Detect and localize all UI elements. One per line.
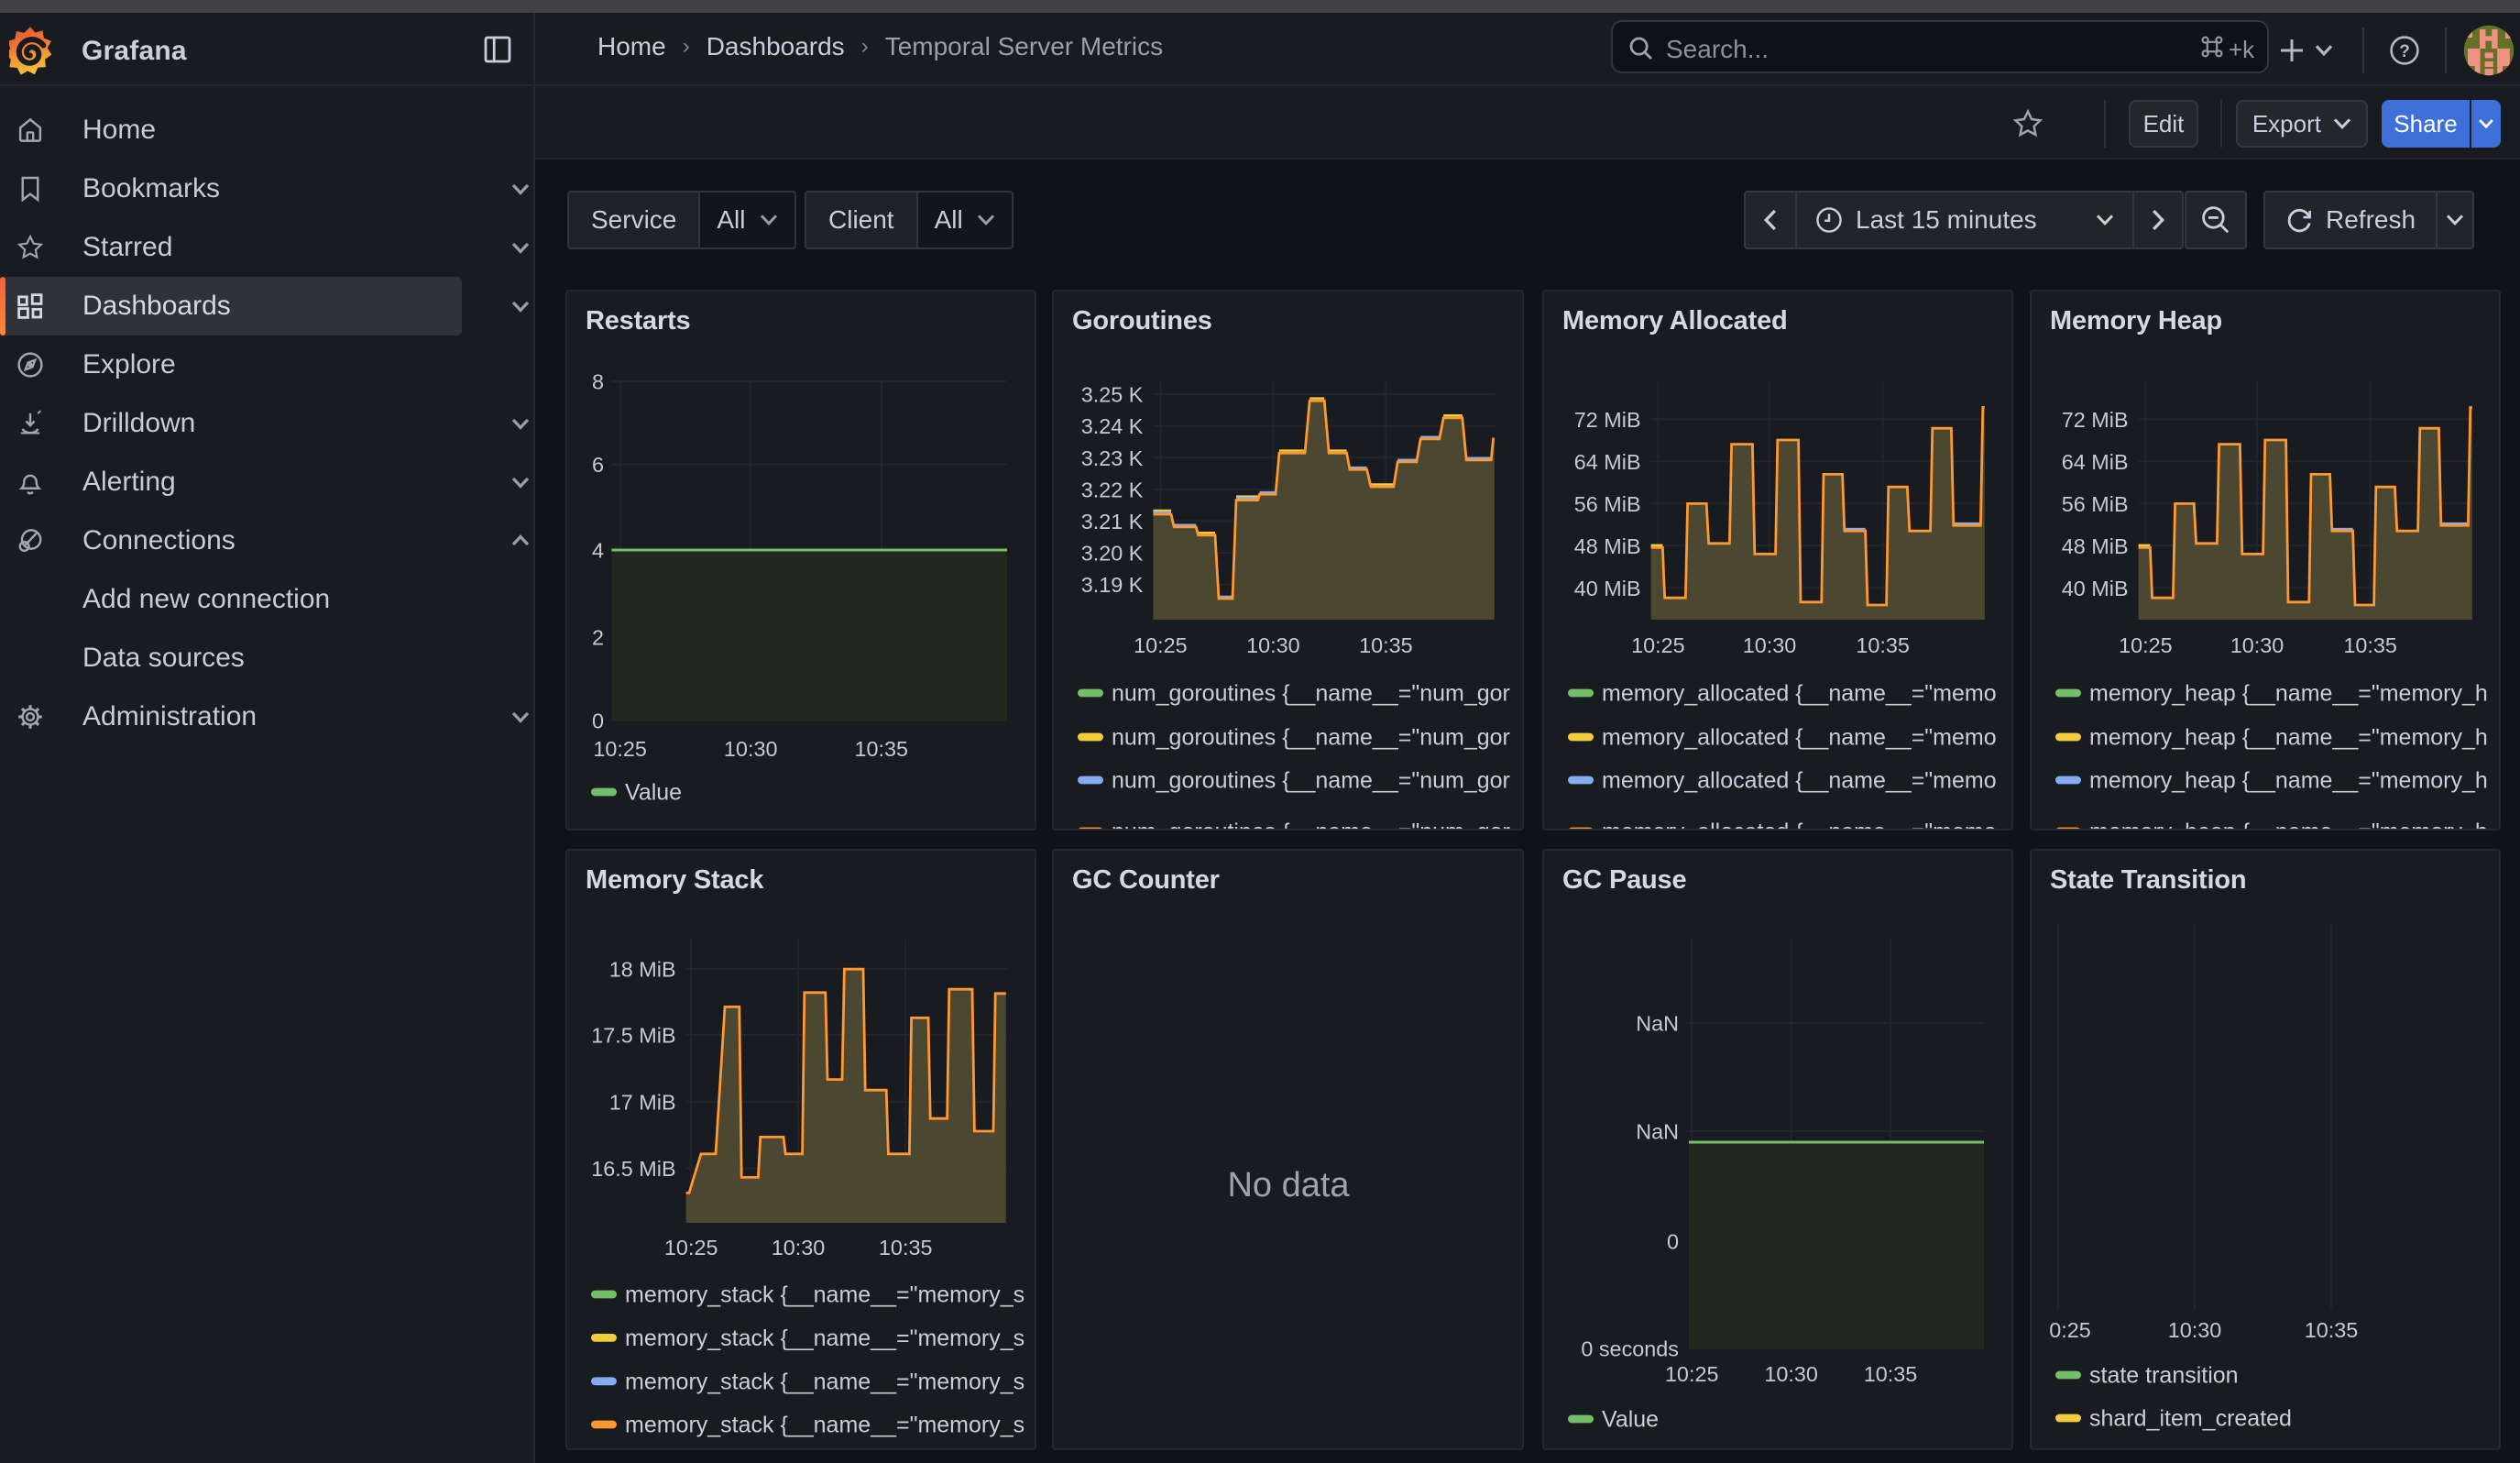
svg-text:3.24 K: 3.24 K bbox=[1081, 414, 1144, 438]
svg-text:memory_heap {__name__="memory_: memory_heap {__name__="memory_h bbox=[2089, 820, 2488, 829]
svg-text:40 MiB: 40 MiB bbox=[1574, 577, 1641, 600]
svg-text:3.22 K: 3.22 K bbox=[1081, 478, 1144, 501]
svg-text:10:35: 10:35 bbox=[2343, 633, 2397, 657]
svg-text:10:35: 10:35 bbox=[855, 737, 909, 761]
svg-text:memory_stack {__name__="memory: memory_stack {__name__="memory_s bbox=[625, 1282, 1024, 1308]
svg-text:3.19 K: 3.19 K bbox=[1081, 573, 1144, 597]
svg-text:No data: No data bbox=[1227, 1166, 1350, 1204]
svg-text:memory_heap {__name__="memory_: memory_heap {__name__="memory_h bbox=[2089, 725, 2488, 751]
svg-text:10:30: 10:30 bbox=[772, 1236, 826, 1260]
svg-text:4: 4 bbox=[592, 539, 604, 563]
svg-text:3.21 K: 3.21 K bbox=[1081, 510, 1144, 534]
svg-text:10:25: 10:25 bbox=[593, 737, 647, 761]
svg-text:40 MiB: 40 MiB bbox=[2062, 577, 2129, 600]
svg-text:3.20 K: 3.20 K bbox=[1081, 542, 1144, 566]
svg-text:10:35: 10:35 bbox=[879, 1236, 933, 1260]
svg-text:3.23 K: 3.23 K bbox=[1081, 446, 1144, 470]
svg-text:10:25: 10:25 bbox=[1631, 633, 1685, 657]
svg-text:64 MiB: 64 MiB bbox=[2062, 450, 2129, 474]
svg-text:56 MiB: 56 MiB bbox=[1574, 492, 1641, 516]
svg-text:0: 0 bbox=[592, 710, 604, 733]
svg-text:memory_stack {__name__="memory: memory_stack {__name__="memory_s bbox=[625, 1326, 1024, 1351]
svg-text:16.5 MiB: 16.5 MiB bbox=[591, 1157, 675, 1181]
svg-text:memory_heap {__name__="memory_: memory_heap {__name__="memory_h bbox=[2089, 681, 2488, 707]
svg-text:memory_heap {__name__="memory_: memory_heap {__name__="memory_h bbox=[2089, 768, 2488, 794]
svg-text:17.5 MiB: 17.5 MiB bbox=[591, 1024, 675, 1048]
svg-text:10:35: 10:35 bbox=[1864, 1362, 1918, 1386]
svg-text:0:25: 0:25 bbox=[2049, 1318, 2091, 1342]
svg-text:memory_allocated {__name__="me: memory_allocated {__name__="memo bbox=[1602, 681, 1997, 707]
svg-text:Value: Value bbox=[1602, 1407, 1659, 1433]
svg-text:10:30: 10:30 bbox=[1764, 1362, 1818, 1386]
svg-text:Value: Value bbox=[625, 780, 682, 806]
svg-text:56 MiB: 56 MiB bbox=[2062, 492, 2129, 516]
svg-text:72 MiB: 72 MiB bbox=[2062, 408, 2129, 432]
svg-text:NaN: NaN bbox=[1636, 1120, 1679, 1144]
svg-text:18 MiB: 18 MiB bbox=[609, 957, 676, 981]
svg-text:10:30: 10:30 bbox=[724, 737, 778, 761]
svg-text:17 MiB: 17 MiB bbox=[609, 1090, 676, 1114]
svg-text:64 MiB: 64 MiB bbox=[1574, 450, 1641, 474]
svg-text:10:30: 10:30 bbox=[1246, 633, 1300, 657]
svg-text:10:25: 10:25 bbox=[1665, 1362, 1719, 1386]
svg-text:72 MiB: 72 MiB bbox=[1574, 408, 1641, 432]
svg-text:48 MiB: 48 MiB bbox=[1574, 534, 1641, 558]
svg-text:10:30: 10:30 bbox=[2230, 633, 2284, 657]
svg-text:10:30: 10:30 bbox=[1743, 633, 1797, 657]
svg-text:10:35: 10:35 bbox=[1856, 633, 1910, 657]
svg-text:10:25: 10:25 bbox=[1134, 633, 1188, 657]
svg-text:3.25 K: 3.25 K bbox=[1081, 383, 1144, 407]
svg-text:0 seconds: 0 seconds bbox=[1581, 1336, 1679, 1360]
svg-text:48 MiB: 48 MiB bbox=[2062, 534, 2129, 558]
svg-text:memory_allocated {__name__="me: memory_allocated {__name__="memo bbox=[1602, 768, 1997, 794]
svg-text:state transition: state transition bbox=[2089, 1363, 2239, 1389]
svg-text:num_goroutines {__name__="num_: num_goroutines {__name__="num_gor bbox=[1112, 820, 1510, 829]
svg-text:NaN: NaN bbox=[1636, 1012, 1679, 1036]
svg-text:num_goroutines {__name__="num_: num_goroutines {__name__="num_gor bbox=[1112, 768, 1510, 794]
svg-text:10:25: 10:25 bbox=[664, 1236, 718, 1260]
svg-text:num_goroutines {__name__="num_: num_goroutines {__name__="num_gor bbox=[1112, 725, 1510, 751]
svg-text:10:30: 10:30 bbox=[2168, 1318, 2222, 1342]
svg-text:memory_stack {__name__="memory: memory_stack {__name__="memory_s bbox=[625, 1369, 1024, 1394]
svg-text:num_goroutines {__name__="num_: num_goroutines {__name__="num_gor bbox=[1112, 681, 1510, 707]
svg-text:10:35: 10:35 bbox=[2305, 1318, 2359, 1342]
svg-text:10:35: 10:35 bbox=[1359, 633, 1413, 657]
svg-text:memory_allocated {__name__="me: memory_allocated {__name__="memo bbox=[1602, 725, 1997, 751]
svg-text:memory_stack {__name__="memory: memory_stack {__name__="memory_s bbox=[625, 1413, 1024, 1438]
svg-text:10:25: 10:25 bbox=[2119, 633, 2173, 657]
svg-text:8: 8 bbox=[592, 370, 604, 394]
svg-text:0: 0 bbox=[1667, 1230, 1679, 1254]
svg-text:2: 2 bbox=[592, 626, 604, 650]
svg-text:memory_allocated {__name__="me: memory_allocated {__name__="memo bbox=[1602, 820, 1997, 829]
svg-text:?: ? bbox=[2399, 42, 2410, 61]
svg-text:shard_item_created: shard_item_created bbox=[2089, 1406, 2292, 1432]
svg-text:6: 6 bbox=[592, 453, 604, 477]
